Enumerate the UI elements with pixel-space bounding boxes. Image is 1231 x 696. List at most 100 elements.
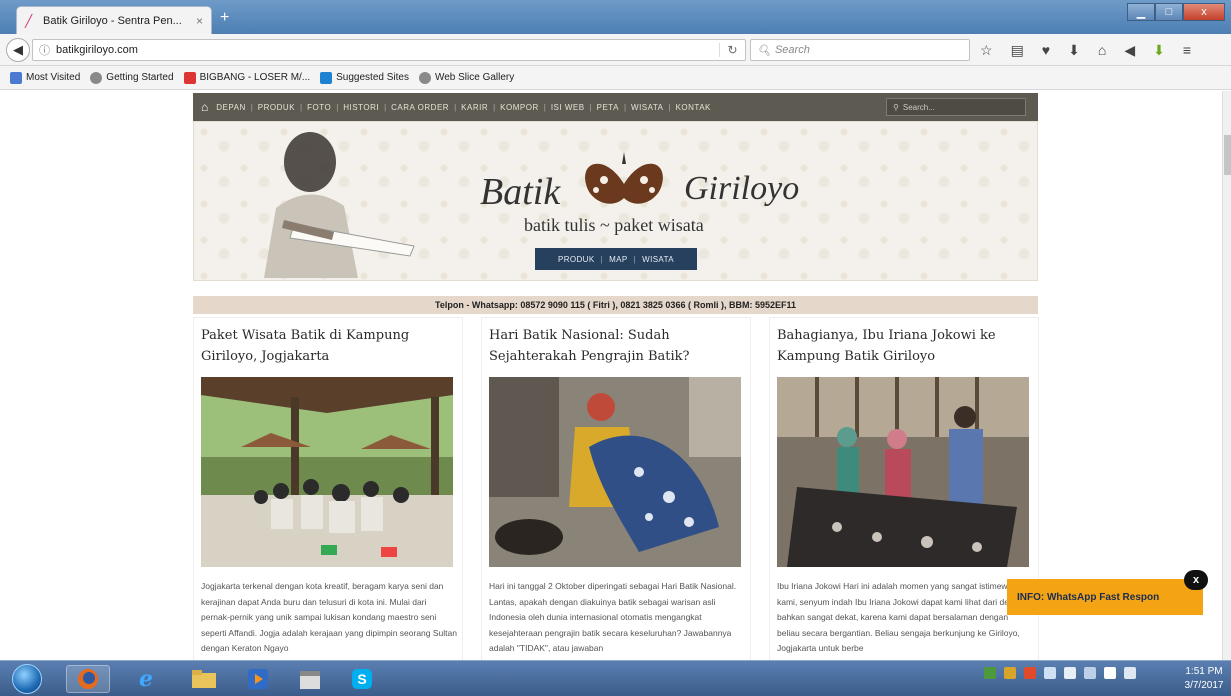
nav-kontak[interactable]: KONTAK: [676, 103, 711, 112]
taskbar-explorer[interactable]: [182, 665, 226, 693]
batik-wings-logo: [585, 152, 663, 204]
subnav-map[interactable]: MAP: [609, 255, 628, 264]
header-banner: Batik Giriloyo batik tulis ~ paket wisat…: [193, 121, 1038, 281]
artisan-photo: [264, 132, 415, 278]
nav-wisata[interactable]: WISATA: [631, 103, 663, 112]
nav-karir[interactable]: KARIR: [461, 103, 488, 112]
folder-icon: [192, 670, 216, 688]
site-search-placeholder: Search...: [902, 102, 935, 112]
start-button[interactable]: [12, 664, 42, 694]
maximize-button[interactable]: □: [1155, 3, 1183, 21]
popup-close-button[interactable]: x: [1184, 570, 1208, 590]
home-icon[interactable]: ⌂: [1098, 42, 1106, 59]
reload-icon[interactable]: ↻: [719, 43, 745, 57]
windows-taskbar: e S 1:51 PM 3/7/2017: [0, 660, 1231, 696]
scrollbar-thumb[interactable]: [1224, 135, 1231, 175]
url-text[interactable]: batikgiriloyo.com: [56, 44, 713, 56]
globe-icon: [90, 71, 103, 84]
nav-histori[interactable]: HISTORI: [343, 103, 379, 112]
tray-signal-icon[interactable]: [1104, 667, 1116, 679]
article-excerpt: Hari ini tanggal 2 Oktober diperingati s…: [489, 581, 737, 653]
nav-peta[interactable]: PETA: [597, 103, 619, 112]
nav-foto[interactable]: FOTO: [307, 103, 331, 112]
skype-icon: S: [352, 669, 372, 689]
site-search-input[interactable]: ⚲ Search...: [886, 98, 1026, 116]
taskbar-clock[interactable]: 1:51 PM 3/7/2017: [1180, 665, 1228, 693]
site-tagline: batik tulis ~ paket wisata: [524, 215, 704, 235]
tray-flag-icon[interactable]: [1084, 667, 1096, 679]
article-photo-pavilion[interactable]: [201, 377, 453, 567]
brand-name-giriloyo: Giriloyo: [684, 170, 800, 207]
site-info-icon[interactable]: ⓘ: [39, 42, 50, 58]
article-card[interactable]: Paket Wisata Batik di Kampung Giriloyo, …: [193, 317, 463, 660]
browser-search-input[interactable]: 🔍︎ Search: [750, 39, 970, 61]
phone-text: Telpon - Whatsapp: 08572 9090 115 ( Fitr…: [435, 300, 796, 310]
bookmark-label: Getting Started: [106, 72, 174, 83]
nav-produk[interactable]: PRODUK: [258, 103, 295, 112]
downloads-icon[interactable]: ⬇: [1068, 42, 1080, 59]
search-placeholder: Search: [774, 44, 810, 56]
send-icon[interactable]: ◀: [1124, 42, 1135, 59]
article-card[interactable]: Bahagianya, Ibu Iriana Jokowi ke Kampung…: [769, 317, 1039, 660]
tray-power-icon[interactable]: [1124, 667, 1136, 679]
taskbar-calendar[interactable]: [288, 665, 332, 693]
bookmark-suggested-sites[interactable]: Suggested Sites: [320, 71, 409, 84]
hamburger-menu-icon[interactable]: ≡: [1183, 42, 1191, 59]
nav-kompor[interactable]: KOMPOR: [500, 103, 539, 112]
subnav-wisata[interactable]: WISATA: [642, 255, 674, 264]
article-photo-artisan[interactable]: [489, 377, 741, 567]
site-navbar: ⌂ DEPAN | PRODUK | FOTO | HISTORI | CARA ORD…: [193, 93, 1038, 121]
bookmark-label: Suggested Sites: [336, 72, 409, 83]
tray-antivirus-icon[interactable]: [1024, 667, 1036, 679]
bookmarks-menu-icon[interactable]: ▤: [1011, 42, 1024, 59]
close-window-button[interactable]: x: [1183, 3, 1225, 21]
bookmark-getting-started[interactable]: Getting Started: [90, 71, 174, 84]
tray-upload-icon[interactable]: [984, 667, 996, 679]
nav-depan[interactable]: DEPAN: [216, 103, 245, 112]
tab-close-icon[interactable]: ×: [196, 14, 203, 28]
minimize-button[interactable]: ▁: [1127, 3, 1155, 21]
window-titlebar: ╱ Batik Giriloyo - Sentra Pen... × + ▁ □…: [0, 0, 1231, 34]
article-title[interactable]: Hari Batik Nasional: Sudah Sejahterakah …: [489, 325, 743, 367]
navigation-toolbar: ◀ ⓘ batikgiriloyo.com ↻ 🔍︎ Search ☆ ▤ ♥ …: [0, 34, 1231, 66]
popup-text[interactable]: INFO: WhatsApp Fast Respon: [1017, 592, 1159, 603]
taskbar-media-player[interactable]: [236, 665, 280, 693]
new-tab-button[interactable]: +: [220, 10, 229, 26]
nav-isi-web[interactable]: ISI WEB: [551, 103, 585, 112]
page-viewport: ⌂ DEPAN | PRODUK | FOTO | HISTORI | CARA ORD…: [0, 91, 1222, 660]
url-bar[interactable]: ⓘ batikgiriloyo.com ↻: [32, 39, 746, 61]
page-scrollbar[interactable]: [1222, 91, 1231, 660]
pocket-icon[interactable]: ♥: [1042, 42, 1050, 59]
subnav-produk[interactable]: PRODUK: [558, 255, 595, 264]
article-card[interactable]: Hari Batik Nasional: Sudah Sejahterakah …: [481, 317, 751, 660]
article-excerpt: Ibu Iriana Jokowi Hari ini adalah momen …: [777, 581, 1031, 653]
bookmark-most-visited[interactable]: Most Visited: [10, 71, 80, 84]
bookmark-folder-icon: [10, 71, 22, 84]
tray-app-icon[interactable]: [1004, 667, 1016, 679]
bookmark-web-slice-gallery[interactable]: Web Slice Gallery: [418, 71, 515, 84]
whatsapp-info-popup[interactable]: INFO: WhatsApp Fast Respon: [1007, 579, 1203, 615]
back-button[interactable]: ◀: [6, 38, 30, 62]
taskbar-internet-explorer[interactable]: e: [124, 665, 168, 693]
taskbar-skype[interactable]: S: [340, 665, 384, 693]
bookmarks-bar: Most Visited Getting Started BIGBANG - L…: [0, 66, 1231, 90]
home-icon[interactable]: ⌂: [201, 100, 208, 114]
bookmark-label: BIGBANG - LOSER M/...: [199, 72, 311, 83]
taskbar-firefox[interactable]: [66, 665, 110, 693]
clock-date: 3/7/2017: [1184, 680, 1224, 691]
bookmark-star-icon[interactable]: ☆: [980, 42, 993, 59]
browser-tab[interactable]: ╱ Batik Giriloyo - Sentra Pen... ×: [16, 6, 212, 34]
tray-volume-icon[interactable]: [1064, 667, 1076, 679]
tray-network-icon[interactable]: [1044, 667, 1056, 679]
bookmark-label: Web Slice Gallery: [434, 72, 515, 83]
system-tray: [984, 667, 1136, 679]
firefox-icon: [78, 669, 98, 689]
bookmark-bigbang[interactable]: BIGBANG - LOSER M/...: [183, 71, 311, 84]
article-photo-visit[interactable]: [777, 377, 1029, 567]
search-icon: ⚲: [893, 102, 899, 112]
bing-icon: [320, 71, 333, 84]
article-title[interactable]: Bahagianya, Ibu Iriana Jokowi ke Kampung…: [777, 325, 1031, 367]
article-title[interactable]: Paket Wisata Batik di Kampung Giriloyo, …: [201, 325, 455, 367]
nav-cara-order[interactable]: CARA ORDER: [391, 103, 449, 112]
download-helper-icon[interactable]: ⬇: [1153, 42, 1165, 59]
